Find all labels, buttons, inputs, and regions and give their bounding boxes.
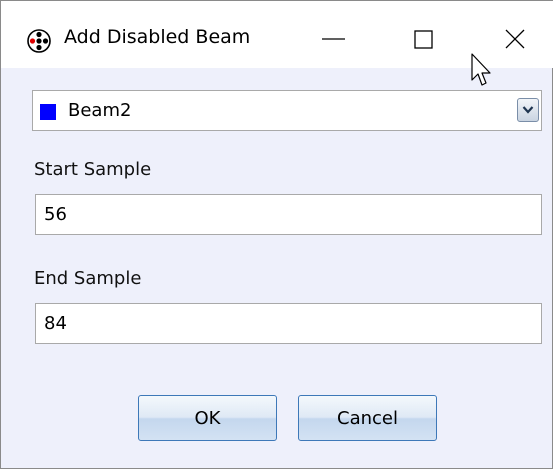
ok-button[interactable]: OK bbox=[138, 395, 277, 441]
end-sample-label: End Sample bbox=[34, 268, 142, 289]
maximize-icon bbox=[414, 30, 433, 49]
minimize-button[interactable] bbox=[299, 1, 369, 68]
beam-select-dropdown-button[interactable] bbox=[517, 98, 539, 122]
chevron-down-icon bbox=[522, 106, 534, 114]
app-dots-icon bbox=[27, 29, 51, 53]
start-sample-label: Start Sample bbox=[34, 159, 152, 180]
add-disabled-beam-dialog: Add Disabled Beam Beam2 Start Sample 56 … bbox=[0, 0, 554, 469]
start-sample-input[interactable] bbox=[35, 194, 542, 235]
close-icon bbox=[505, 29, 525, 49]
beam-color-swatch bbox=[40, 104, 56, 120]
beam-select-value: Beam2 bbox=[68, 100, 132, 121]
window-title: Add Disabled Beam bbox=[64, 26, 251, 48]
cancel-button[interactable]: Cancel bbox=[298, 395, 437, 441]
mouse-cursor-icon bbox=[471, 53, 495, 89]
maximize-button[interactable] bbox=[387, 1, 457, 68]
end-sample-input[interactable] bbox=[35, 303, 542, 344]
beam-select[interactable]: Beam2 bbox=[32, 90, 542, 131]
